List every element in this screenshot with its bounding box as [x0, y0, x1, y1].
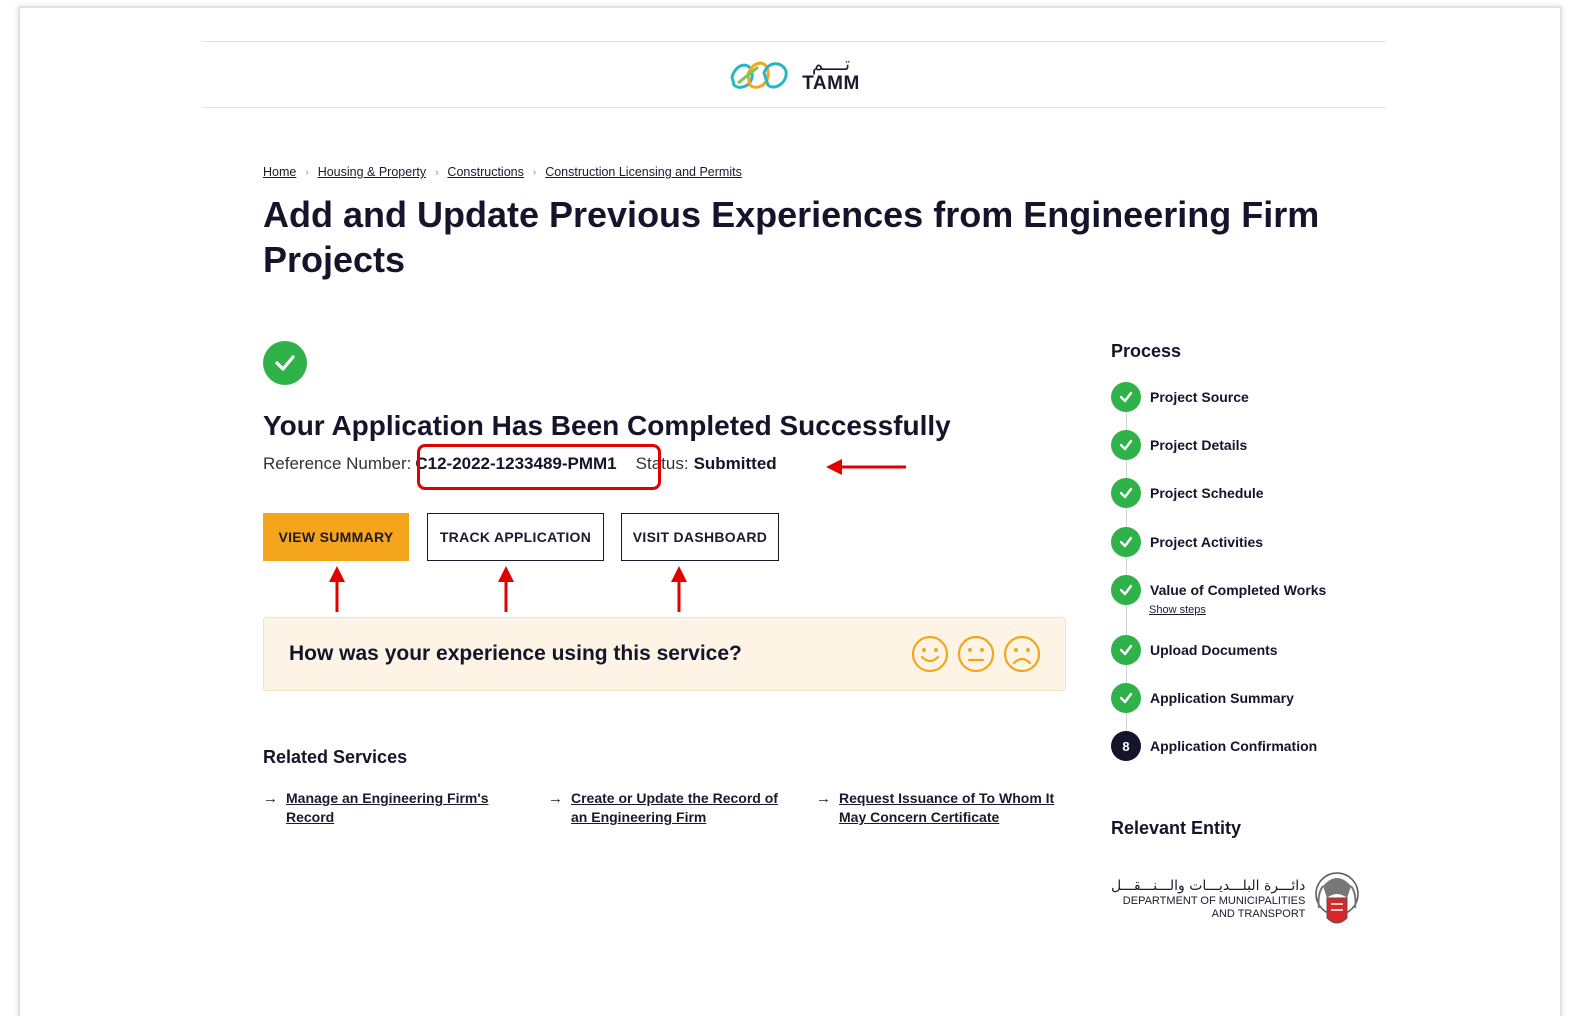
- tamm-logo-icon[interactable]: [728, 55, 792, 95]
- process-step-project-activities[interactable]: Project Activities: [1111, 527, 1263, 557]
- annotation-arrow-up-icon: [329, 566, 345, 612]
- step-label: Value of Completed Works: [1150, 582, 1327, 598]
- related-link-manage-firm[interactable]: → Manage an Engineering Firm's Record: [263, 789, 488, 827]
- step-number-badge: 8: [1111, 731, 1141, 761]
- related-link-manage-firm-text[interactable]: Manage an Engineering Firm's Record: [286, 789, 488, 827]
- related-link-create-record[interactable]: → Create or Update the Record of an Engi…: [548, 789, 778, 827]
- annotation-arrow-left-icon: [826, 459, 906, 475]
- success-check-icon: [263, 341, 307, 385]
- relevant-entity-title: Relevant Entity: [1111, 818, 1242, 838]
- visit-dashboard-button[interactable]: VISIT DASHBOARD: [621, 513, 779, 561]
- track-application-button[interactable]: TRACK APPLICATION: [427, 513, 604, 561]
- process-title: Process: [1111, 341, 1182, 361]
- tamm-logo-text: تــــم TAMM: [802, 54, 860, 94]
- annotation-arrow-up-icon: [671, 566, 687, 612]
- page-frame: [18, 6, 1562, 1016]
- step-check-icon: [1111, 527, 1141, 557]
- breadcrumb-home[interactable]: Home: [263, 165, 296, 179]
- neutral-face-icon[interactable]: [957, 635, 995, 673]
- process-step-project-schedule[interactable]: Project Schedule: [1111, 478, 1264, 508]
- step-check-icon: [1111, 430, 1141, 460]
- process-step-application-summary[interactable]: Application Summary: [1111, 683, 1294, 713]
- related-link-line: Manage an Engineering Firm's: [286, 790, 489, 806]
- arrow-right-icon: →: [263, 790, 278, 807]
- entity-name: دائـــرة البلـــديـــات والـــنـــقـــل …: [1111, 878, 1305, 921]
- step-label: Project Source: [1150, 389, 1249, 405]
- related-link-line: an Engineering Firm: [571, 809, 707, 825]
- logo-latin: TAMM: [802, 73, 860, 94]
- step-label: Project Activities: [1150, 534, 1264, 550]
- step-label: Upload Documents: [1150, 642, 1278, 658]
- step-check-icon: [1111, 575, 1141, 605]
- entity-logo[interactable]: دائـــرة البلـــديـــات والـــنـــقـــل …: [1111, 868, 1361, 932]
- related-link-line: May Concern Certificate: [839, 809, 1000, 825]
- feedback-question: How was your experience using this servi…: [289, 642, 742, 665]
- process-step-value-completed-works[interactable]: Value of Completed Works: [1111, 575, 1326, 605]
- related-link-request-certificate[interactable]: → Request Issuance of To Whom It May Con…: [816, 789, 1054, 827]
- process-step-upload-documents[interactable]: Upload Documents: [1111, 635, 1278, 665]
- happy-face-icon[interactable]: [911, 635, 949, 673]
- related-link-request-certificate-text[interactable]: Request Issuance of To Whom It May Conce…: [839, 789, 1054, 827]
- breadcrumb-constructions[interactable]: Constructions: [447, 165, 523, 179]
- show-steps-link[interactable]: Show steps: [1149, 604, 1206, 616]
- process-step-application-confirmation[interactable]: 8 Application Confirmation: [1111, 731, 1317, 761]
- entity-name-line1: DEPARTMENT OF MUNICIPALITIES: [1122, 895, 1306, 908]
- success-title: Your Application Has Been Completed Succ…: [263, 410, 951, 441]
- entity-name-arabic: دائـــرة البلـــديـــات والـــنـــقـــل: [1111, 878, 1306, 895]
- related-link-create-record-text[interactable]: Create or Update the Record of an Engine…: [571, 789, 778, 827]
- step-label: Project Schedule: [1150, 485, 1264, 501]
- abu-dhabi-emblem-icon: [1315, 872, 1360, 924]
- step-check-icon: [1111, 683, 1141, 713]
- related-link-line: Record: [286, 809, 335, 825]
- feedback-faces: [911, 635, 1041, 673]
- step-check-icon: [1111, 382, 1141, 412]
- breadcrumb-construction-licensing[interactable]: Construction Licensing and Permits: [545, 165, 742, 179]
- step-label: Application Summary: [1150, 690, 1294, 706]
- reference-label: Reference Number:: [263, 454, 412, 473]
- sad-face-icon[interactable]: [1003, 635, 1041, 673]
- logo-arabic: تــــم: [811, 54, 851, 75]
- process-step-project-details[interactable]: Project Details: [1111, 430, 1247, 460]
- step-label: Application Confirmation: [1150, 738, 1318, 754]
- related-link-line: Request Issuance of To Whom It: [839, 790, 1055, 806]
- entity-name-line2: AND TRANSPORT: [1211, 908, 1306, 921]
- page-title: Add and Update Previous Experiences from…: [263, 194, 1320, 280]
- arrow-right-icon: →: [548, 790, 563, 807]
- step-check-icon: [1111, 635, 1141, 665]
- step-label: Project Details: [1150, 437, 1248, 453]
- chevron-right-icon: ›: [305, 166, 309, 178]
- chevron-right-icon: ›: [435, 166, 439, 178]
- breadcrumb-housing-property[interactable]: Housing & Property: [318, 165, 426, 179]
- arrow-right-icon: →: [816, 790, 831, 807]
- feedback-panel: How was your experience using this servi…: [263, 617, 1066, 691]
- reference-highlight-box: [417, 444, 661, 490]
- process-step-project-source[interactable]: Project Source: [1111, 382, 1249, 412]
- related-link-line: Create or Update the Record of: [571, 790, 778, 806]
- view-summary-button[interactable]: VIEW SUMMARY: [263, 513, 409, 561]
- site-header: تــــم TAMM: [202, 41, 1386, 108]
- related-services-title: Related Services: [263, 747, 408, 767]
- status-value: Submitted: [693, 454, 777, 473]
- breadcrumb: Home › Housing & Property › Construction…: [263, 165, 742, 179]
- chevron-right-icon: ›: [532, 166, 537, 178]
- step-check-icon: [1111, 478, 1141, 508]
- annotation-arrow-up-icon: [498, 566, 514, 612]
